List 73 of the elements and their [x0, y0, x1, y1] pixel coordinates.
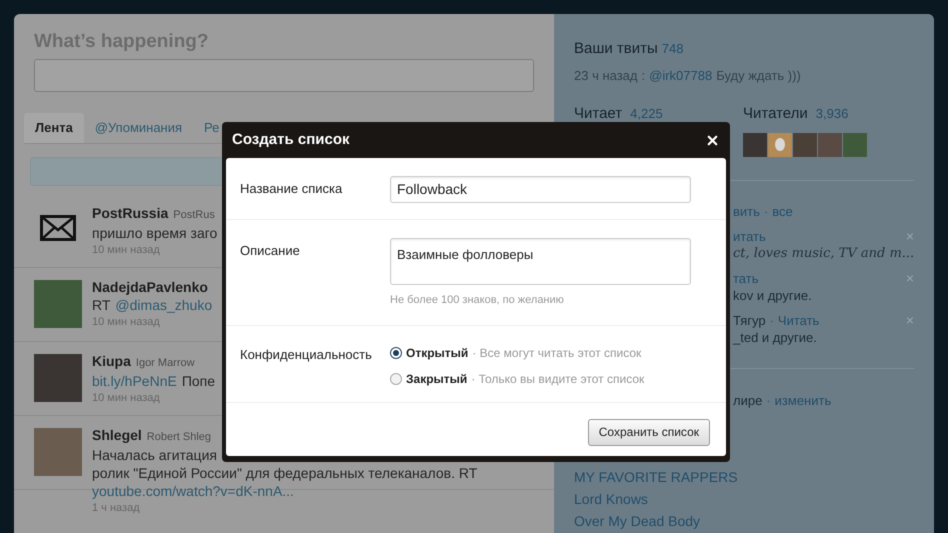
avatar-photo[interactable] — [843, 132, 867, 156]
link[interactable]: вить — [733, 202, 760, 220]
field-label: Название списка — [240, 180, 344, 198]
radio-note: · Только вы видите этот список — [471, 370, 644, 388]
screen-name: PostRus — [173, 208, 215, 223]
list-link[interactable]: Lord Knows — [574, 490, 914, 508]
text: Попе — [182, 372, 216, 390]
field-label: Конфиденциальность — [240, 346, 373, 364]
screen-name: Robert Shleg — [146, 430, 212, 445]
bio-text: ct, loves music, TV and m... — [733, 244, 914, 262]
hint-text: Не более 100 знаков, по желанию — [390, 293, 565, 308]
radio-button[interactable] — [390, 346, 402, 358]
link[interactable]: итать — [733, 228, 766, 244]
user-name[interactable]: Kiupa — [92, 352, 131, 370]
user-name[interactable]: PostRussia — [92, 204, 168, 222]
tab[interactable]: Лента — [24, 113, 84, 143]
tweet-time[interactable]: 23 ч назад — [574, 66, 638, 85]
radio-label[interactable]: Открытый — [406, 344, 468, 362]
user-name[interactable]: NadejdaPavlenko — [92, 278, 208, 296]
separator: · — [770, 312, 774, 328]
dismiss-button[interactable]: × — [906, 229, 914, 243]
link[interactable]: все — [772, 202, 793, 220]
dialog-title: Создать список — [232, 130, 350, 150]
radio-button[interactable] — [390, 372, 402, 384]
dismiss-button[interactable]: × — [906, 313, 914, 327]
follow-count[interactable]: 4,225 — [630, 104, 663, 124]
text: ролик "Единой России" для федеральных телеканалов. RT — [92, 464, 478, 482]
text: Началась агитация — [92, 446, 217, 464]
close-icon[interactable] — [705, 132, 720, 148]
tweets-label: Ваши твиты — [574, 39, 658, 59]
list-link[interactable]: Over My Dead Body — [574, 512, 914, 530]
avatar-photo[interactable] — [818, 132, 842, 156]
avatar-photo[interactable] — [743, 132, 767, 156]
text: лире — [733, 392, 762, 410]
radio-note: · Все могут читать этот список — [472, 344, 642, 362]
separator: · — [764, 202, 768, 220]
tweets-count[interactable]: 748 — [662, 39, 684, 58]
field-label: Описание — [240, 242, 301, 260]
avatar-photo — [34, 354, 82, 402]
text: _ted и другие. — [733, 328, 817, 346]
egg-icon — [775, 138, 785, 151]
separator: · — [766, 392, 771, 410]
radio-label[interactable]: Закрытый — [406, 370, 468, 388]
follow-count[interactable]: 3,936 — [816, 104, 848, 124]
avatar-photo — [34, 280, 82, 328]
mention-link[interactable]: @irk07788 — [649, 66, 712, 85]
screen-name: Igor Marrow — [136, 356, 195, 371]
link[interactable]: тать — [733, 270, 758, 286]
list-name-field[interactable]: Followback — [390, 176, 691, 203]
text: kov и другие. — [733, 286, 812, 304]
text: RT — [92, 296, 110, 314]
avatar-photo[interactable] — [793, 132, 817, 156]
avatar-photo — [34, 428, 82, 476]
save-list-button[interactable]: Сохранить список — [588, 418, 710, 446]
list-link[interactable]: MY FAVORITE RAPPERS — [574, 468, 914, 486]
tweet-input[interactable] — [34, 59, 534, 92]
tweet-text: Буду ждать ))) — [716, 66, 801, 85]
link[interactable]: изменить — [774, 390, 832, 410]
dismiss-button[interactable]: × — [906, 271, 914, 285]
link[interactable]: youtube.com/watch?v=dK-nnA... — [92, 482, 294, 500]
text: Тягур — [733, 312, 766, 328]
default-avatar[interactable] — [768, 132, 792, 156]
envelope-icon — [40, 215, 76, 241]
separator: : — [642, 66, 646, 84]
link[interactable]: bit.ly/hPeNnE — [92, 372, 177, 390]
link[interactable]: Читать — [778, 312, 820, 328]
description-field[interactable]: Взаимные фолловеры — [390, 238, 691, 285]
follow-label: Читатели — [743, 104, 808, 124]
user-name[interactable]: Shlegel — [92, 426, 142, 444]
text: пришло время заго — [92, 224, 218, 242]
link[interactable]: @dimas_zhuko — [115, 296, 212, 314]
follow-label: Читает — [574, 104, 622, 124]
tab[interactable]: @Упоминания — [84, 113, 194, 143]
